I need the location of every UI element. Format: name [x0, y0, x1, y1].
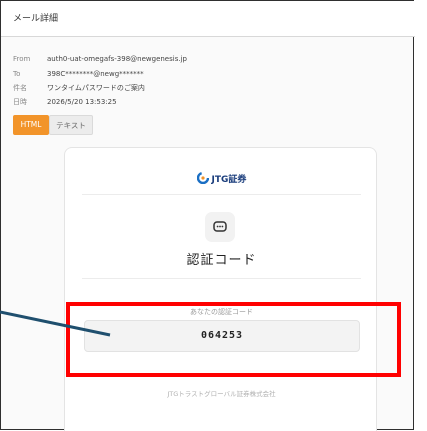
annotation-pointer — [0, 310, 111, 337]
